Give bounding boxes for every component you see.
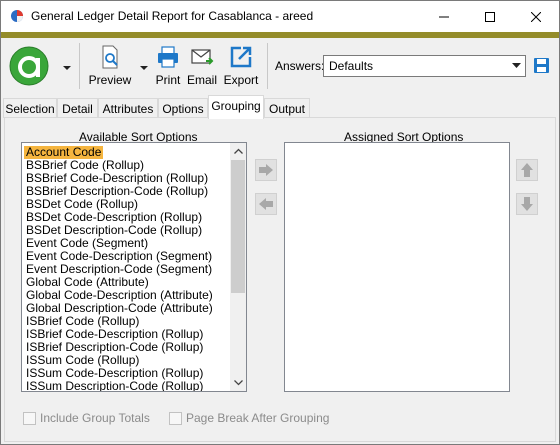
app-logo-icon[interactable]: [9, 46, 49, 86]
title-bar: General Ledger Detail Report for Casabla…: [1, 1, 559, 32]
chevron-down-icon: [512, 63, 521, 68]
scroll-up-button[interactable]: [230, 143, 246, 159]
checkbox-box: [23, 411, 36, 425]
arrow-left-icon: [259, 198, 273, 210]
page-break-after-grouping-checkbox[interactable]: Page Break After Grouping: [169, 411, 329, 425]
tab-output[interactable]: Output: [264, 98, 310, 118]
window-title: General Ledger Detail Report for Casabla…: [31, 9, 314, 23]
email-label: Email: [186, 73, 217, 87]
arrow-down-icon: [521, 197, 533, 211]
arrow-up-icon: [521, 163, 533, 177]
tab-label: Selection: [5, 102, 55, 116]
minimize-button[interactable]: [421, 1, 467, 32]
include-group-totals-label: Include Group Totals: [40, 411, 150, 425]
logo-menu-chevron-icon[interactable]: [62, 63, 72, 73]
tab-detail[interactable]: Detail: [57, 98, 98, 118]
maximize-icon: [485, 11, 495, 22]
add-to-assigned-button[interactable]: [255, 159, 277, 181]
export-label: Export: [223, 73, 259, 87]
answers-dropdown[interactable]: Defaults: [323, 55, 526, 77]
printer-icon: [158, 46, 178, 68]
pie-chart-icon: [11, 10, 23, 22]
page-break-label: Page Break After Grouping: [186, 411, 330, 425]
close-button[interactable]: [513, 1, 559, 32]
chevron-down-icon: [233, 380, 243, 386]
tab-grouping[interactable]: Grouping: [208, 95, 264, 119]
available-sort-options-list[interactable]: Account Code BSBrief Code (Rollup) BSBrief…: [21, 142, 247, 392]
export-icon: [230, 46, 252, 68]
tab-options[interactable]: Options: [158, 98, 208, 118]
answers-value: Defaults: [329, 59, 374, 73]
tab-label: Attributes: [102, 102, 154, 116]
include-group-totals-checkbox[interactable]: Include Group Totals: [23, 411, 150, 425]
tab-label: Options: [162, 102, 204, 116]
preview-button[interactable]: Preview: [86, 42, 134, 90]
report-window: General Ledger Detail Report for Casabla…: [0, 0, 560, 445]
tab-label: Detail: [62, 102, 93, 116]
tab-strip: Selection Detail Attributes Options Grou…: [1, 95, 559, 119]
tab-attributes[interactable]: Attributes: [98, 98, 158, 118]
maximize-button[interactable]: [467, 1, 513, 32]
toolbar: Preview Print Email Export Answers: Defa…: [1, 38, 559, 95]
move-up-button[interactable]: [516, 159, 538, 181]
toolbar-separator: [267, 43, 268, 89]
move-down-button[interactable]: [516, 193, 538, 215]
tab-selection[interactable]: Selection: [3, 98, 57, 118]
print-button[interactable]: Print: [151, 42, 185, 90]
minimize-icon: [439, 16, 449, 17]
save-icon[interactable]: [533, 57, 550, 74]
preview-icon: [102, 45, 118, 69]
tab-label: Grouping: [211, 99, 261, 113]
close-icon: [531, 11, 541, 22]
checkbox-box: [169, 411, 182, 425]
assigned-sort-options-list[interactable]: [284, 142, 510, 392]
email-button[interactable]: Email: [185, 42, 219, 90]
remove-from-assigned-button[interactable]: [255, 193, 277, 215]
scroll-thumb[interactable]: [231, 160, 245, 293]
arrow-right-icon: [259, 164, 273, 176]
answers-label: Answers:: [275, 59, 325, 73]
email-icon: [191, 49, 214, 65]
print-label: Print: [155, 73, 181, 87]
export-button[interactable]: Export: [220, 42, 262, 90]
preview-label: Preview: [88, 73, 132, 87]
available-list-scrollbar[interactable]: [230, 143, 246, 391]
preview-menu-chevron-icon[interactable]: [139, 63, 149, 73]
toolbar-separator: [79, 43, 80, 89]
tab-label: Output: [268, 102, 306, 116]
scroll-down-button[interactable]: [230, 375, 246, 391]
chevron-up-icon: [233, 148, 243, 154]
list-item[interactable]: ISSum Description-Code (Rollup): [24, 380, 205, 392]
